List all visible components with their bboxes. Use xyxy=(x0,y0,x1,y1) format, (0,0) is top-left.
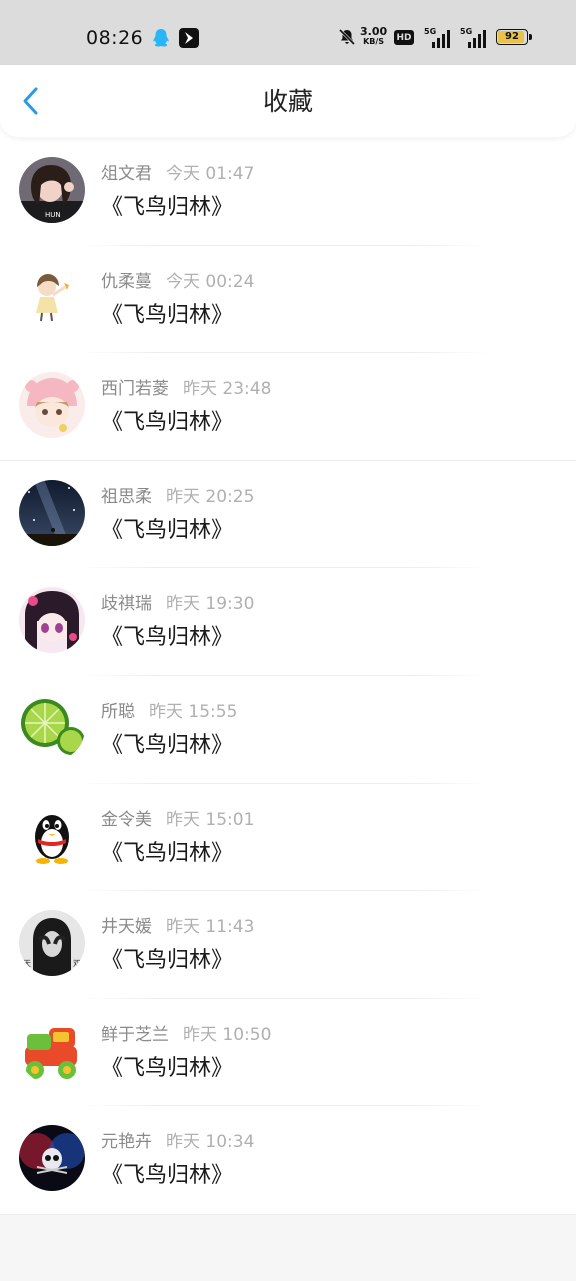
item-meta: 鲜于芝兰 昨天 10:50 xyxy=(101,1024,271,1046)
item-time: 昨天 10:34 xyxy=(166,1132,255,1153)
avatar[interactable]: 天 双 xyxy=(19,910,85,977)
item-content: 《飞鸟归林》 xyxy=(101,840,234,866)
hd-voice-icon: HD xyxy=(394,30,414,45)
user-name: 鲜于芝兰 xyxy=(101,1024,169,1045)
item-meta: 金令美 昨天 15:01 xyxy=(101,809,254,831)
list-item[interactable]: 歧祺瑞 昨天 19:30 《飞鸟归林》 xyxy=(0,568,576,676)
svg-text:双: 双 xyxy=(73,959,81,968)
user-name: 歧祺瑞 xyxy=(101,594,152,615)
bell-muted-icon xyxy=(338,28,356,46)
list-item[interactable]: 鲜于芝兰 昨天 10:50 《飞鸟归林》 xyxy=(0,999,576,1107)
svg-text:HUN: HUN xyxy=(45,211,61,219)
battery-level: 92 xyxy=(505,31,519,42)
item-content: 《飞鸟归林》 xyxy=(101,732,234,758)
network-speed-unit: KB/S xyxy=(363,37,385,46)
avatar[interactable] xyxy=(19,587,85,654)
item-meta: 歧祺瑞 昨天 19:30 xyxy=(101,593,254,615)
signal1-label: 5G xyxy=(424,27,437,36)
svg-text:天: 天 xyxy=(23,959,31,968)
item-time: 昨天 15:55 xyxy=(149,701,238,722)
list-item[interactable]: HUN 俎文君 今天 01:47 《飞鸟归林》 xyxy=(0,138,576,246)
status-time: 08:26 xyxy=(86,27,144,49)
item-meta: 元艳卉 昨天 10:34 xyxy=(101,1131,254,1153)
item-content: 《飞鸟归林》 xyxy=(101,1163,234,1189)
list-item[interactable]: 祖思柔 昨天 20:25 《飞鸟归林》 xyxy=(0,461,576,569)
user-name: 元艳卉 xyxy=(101,1132,152,1153)
item-time: 昨天 20:25 xyxy=(166,486,255,507)
signal2-label: 5G xyxy=(460,27,473,36)
avatar[interactable]: HUN xyxy=(19,157,85,223)
avatar[interactable] xyxy=(19,372,85,439)
user-name: 西门若菱 xyxy=(101,379,169,400)
list-item[interactable]: 元艳卉 昨天 10:34 《飞鸟归林》 xyxy=(0,1106,576,1214)
item-meta: 祖思柔 昨天 20:25 xyxy=(101,486,254,508)
item-meta: 所聪 昨天 15:55 xyxy=(101,701,237,723)
avatar[interactable] xyxy=(19,479,85,546)
list-item[interactable]: 所聪 昨天 15:55 《飞鸟归林》 xyxy=(0,676,576,784)
user-name: 祖思柔 xyxy=(101,486,152,507)
item-meta: 仇柔蔓 今天 00:24 xyxy=(101,271,254,293)
item-time: 今天 01:47 xyxy=(166,164,255,184)
user-name: 金令美 xyxy=(101,809,152,830)
item-content: 《飞鸟归林》 xyxy=(101,410,234,436)
item-content: 《飞鸟归林》 xyxy=(101,517,234,543)
avatar[interactable] xyxy=(19,1125,85,1192)
user-name: 仇柔蔓 xyxy=(101,271,152,292)
page-title: 收藏 xyxy=(262,87,313,116)
network-speed: 3.00 KB/S xyxy=(360,26,387,46)
item-meta: 井天媛 昨天 11:43 xyxy=(101,916,254,938)
list-item[interactable]: 金令美 昨天 15:01 《飞鸟归林》 xyxy=(0,784,576,892)
item-meta: 俎文君 今天 01:47 xyxy=(101,163,254,185)
battery-icon: 92 xyxy=(496,29,532,45)
item-time: 昨天 15:01 xyxy=(166,809,255,830)
list-footer-background xyxy=(0,1214,576,1281)
item-content: 《飞鸟归林》 xyxy=(101,948,234,974)
item-time: 昨天 11:43 xyxy=(166,917,255,938)
item-time: 昨天 10:50 xyxy=(183,1024,272,1045)
avatar[interactable] xyxy=(19,264,85,331)
title-bar: 收藏 xyxy=(0,65,576,137)
user-name: 井天媛 xyxy=(101,917,152,938)
app-notification-icon xyxy=(179,28,199,48)
list-item[interactable]: 西门若菱 昨天 23:48 《飞鸟归林》 xyxy=(0,353,576,461)
avatar[interactable] xyxy=(19,694,85,761)
user-name: 所聪 xyxy=(101,701,135,722)
list-item[interactable]: 仇柔蔓 今天 00:24 《飞鸟归林》 xyxy=(0,246,576,354)
item-content: 《飞鸟归林》 xyxy=(101,1055,234,1081)
item-content: 《飞鸟归林》 xyxy=(101,625,234,651)
item-content: 《飞鸟归林》 xyxy=(101,195,234,220)
favorites-list: HUN 俎文君 今天 01:47 《飞鸟归林》 仇柔蔓 今天 00:24 《飞鸟归林 xyxy=(0,138,576,1214)
item-meta: 西门若菱 昨天 23:48 xyxy=(101,378,271,400)
avatar[interactable] xyxy=(19,1017,85,1084)
item-time: 昨天 19:30 xyxy=(166,594,255,615)
qq-notification-icon xyxy=(152,28,170,48)
item-time: 昨天 23:48 xyxy=(183,379,272,400)
user-name: 俎文君 xyxy=(101,164,152,184)
item-content: 《飞鸟归林》 xyxy=(101,302,234,328)
signal-5g-icon-1: 5G xyxy=(424,28,450,48)
avatar[interactable] xyxy=(19,802,85,869)
item-time: 今天 00:24 xyxy=(166,271,255,292)
status-bar: 08:26 3.00 KB/S HD 5G 5G 92 xyxy=(0,0,576,65)
list-item[interactable]: 天 双 井天媛 昨天 11:43 《飞鸟归林》 xyxy=(0,891,576,999)
signal-5g-icon-2: 5G xyxy=(460,28,486,48)
